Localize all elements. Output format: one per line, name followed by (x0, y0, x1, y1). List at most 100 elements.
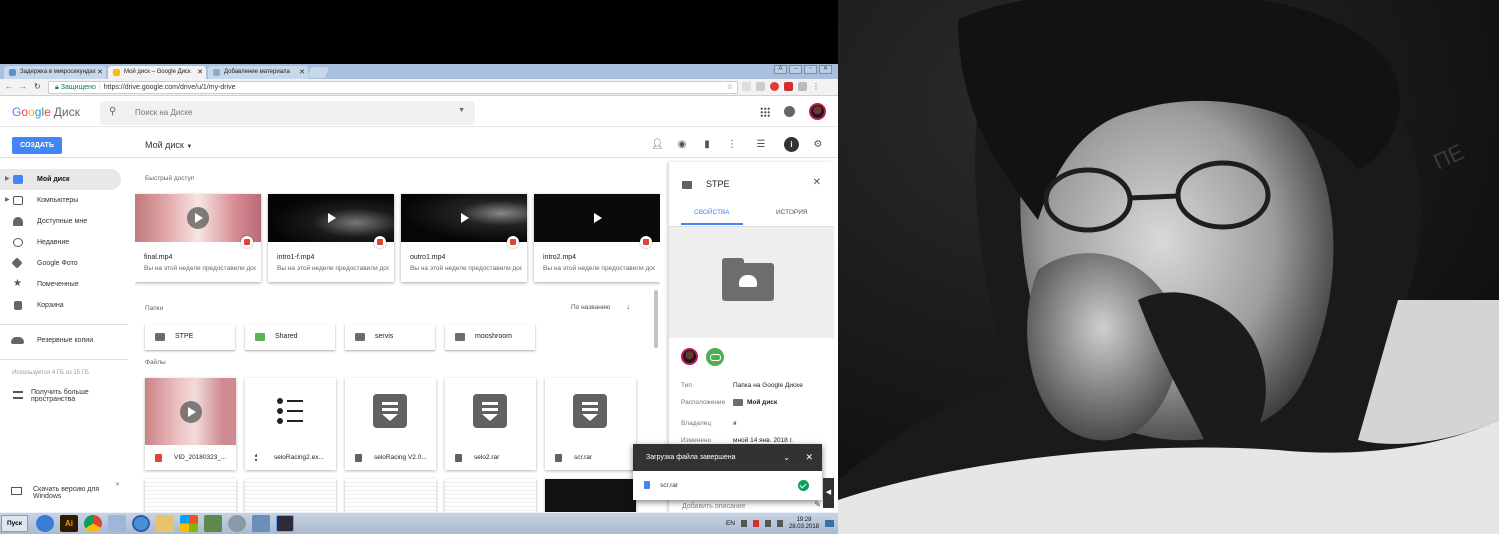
tab-properties[interactable]: СВОЙСТВА (694, 209, 729, 216)
bookmark-star-icon[interactable]: ☆ (727, 82, 733, 93)
menu-icon[interactable]: ⋮ (812, 82, 821, 91)
notifications-icon[interactable] (784, 106, 795, 117)
sidebar-item-shared[interactable]: Доступные мне (0, 211, 128, 232)
tray-icon[interactable] (740, 520, 747, 527)
omnibox[interactable]: 🔒︎ Защищено | https://drive.google.com/driv… (48, 81, 738, 94)
browser-tab-1[interactable]: Задержка в микросекундах ✕ (4, 66, 106, 79)
link-sharing-icon[interactable] (706, 348, 724, 366)
folder-icon[interactable] (156, 515, 174, 532)
close-icon[interactable]: ✕ (805, 444, 813, 471)
extension-icon[interactable] (742, 82, 751, 91)
app-icon[interactable] (108, 515, 126, 532)
sidebar-item-trash[interactable]: Корзина (0, 295, 128, 316)
start-button[interactable]: Пуск (1, 515, 28, 532)
scrollbar[interactable] (654, 290, 658, 348)
close-window-button[interactable]: ✕ (819, 65, 832, 74)
sidebar-item-computers[interactable]: ▶ Компьютеры (0, 190, 128, 211)
location-dropdown[interactable]: Мой диск ▼ (145, 140, 192, 150)
create-button[interactable]: СОЗДАТЬ (12, 137, 62, 154)
info-icon[interactable]: i (784, 137, 799, 152)
browser-tab-2[interactable]: Мой диск – Google Диск ✕ (108, 66, 206, 79)
game-icon[interactable] (204, 515, 222, 532)
tab-history[interactable]: ИСТОРИЯ (776, 209, 808, 216)
folder-item[interactable]: Shared (245, 324, 335, 350)
file-item[interactable]: seloRacing V2.0... (345, 378, 436, 470)
search-options-icon[interactable]: ▼ (458, 107, 465, 114)
gear-icon[interactable]: ⚙ (812, 139, 824, 150)
download-app-link[interactable]: Скачать версию для Windows ✕ (0, 482, 124, 500)
user-icon[interactable]: A (774, 65, 787, 74)
tab-favicon (9, 69, 16, 76)
opera-icon[interactable] (770, 82, 779, 91)
back-icon[interactable]: ← (5, 82, 13, 91)
close-icon[interactable]: ✕ (299, 66, 305, 79)
upload-item[interactable]: scr.rar (633, 471, 822, 500)
search-input[interactable]: ⚲ Поиск на Диске ▼ (100, 101, 475, 125)
sidebar-item-starred[interactable]: ★ Помеченные (0, 274, 128, 295)
illustrator-icon[interactable]: Ai (60, 515, 78, 532)
file-item[interactable]: scr.rar (545, 378, 636, 470)
sidebar-item-backups[interactable]: Резервные копии (0, 330, 128, 351)
maximize-button[interactable]: ▫ (804, 65, 817, 74)
volume-icon[interactable] (776, 520, 783, 527)
detail-value[interactable]: Мой диск (733, 399, 777, 406)
more-icon[interactable]: ⋮ (726, 139, 738, 150)
file-item[interactable]: selo2.rar (445, 378, 536, 470)
sort-by-name[interactable]: По названию (571, 304, 610, 311)
close-icon[interactable]: ✕ (115, 482, 120, 489)
avatar[interactable] (681, 348, 698, 365)
sidebar-item-photos[interactable]: Google Фото (0, 253, 128, 274)
close-icon[interactable]: ✕ (97, 66, 103, 79)
settings-app-icon[interactable] (228, 515, 246, 532)
tray-icon[interactable] (752, 520, 759, 527)
chevron-left-icon[interactable]: ◀ (823, 478, 834, 508)
folder-item[interactable]: STPE (145, 324, 235, 350)
share-person-icon[interactable]: 👤︎ (651, 139, 664, 150)
extension-icon[interactable] (798, 82, 807, 91)
video-file-icon (241, 236, 253, 248)
chevron-down-icon[interactable]: ⌄ (783, 444, 790, 471)
apps-grid-icon[interactable] (760, 106, 770, 117)
reload-icon[interactable]: ↻ (34, 82, 41, 91)
sort-direction-icon[interactable]: ↓ (626, 302, 630, 311)
app-icon[interactable] (252, 515, 270, 532)
chrome-canary-icon[interactable] (132, 515, 150, 532)
close-icon[interactable]: ✕ (813, 177, 821, 188)
folder-item[interactable]: mooshroom (445, 324, 535, 350)
quick-access-card[interactable]: outro1.mp4 Вы на этой неделе предоставил… (401, 194, 527, 282)
pencil-icon[interactable]: ✎ (814, 500, 821, 509)
forward-icon[interactable]: → (19, 82, 27, 91)
file-item[interactable]: seloRacing2.ex... (245, 378, 336, 470)
network-icon[interactable] (764, 520, 771, 527)
quick-access-card[interactable]: intro2.mp4 Вы на этой неделе предоставил… (534, 194, 660, 282)
chrome-icon[interactable] (84, 515, 102, 532)
trash-icon[interactable]: ▮ (701, 139, 713, 150)
file-item[interactable]: VID_20180323_... (145, 378, 236, 470)
uploaded-file-name: scr.rar (660, 482, 679, 489)
sidebar-item-recent[interactable]: Недавние (0, 232, 128, 253)
quick-access-card[interactable]: intro1-f.mp4 Вы на этой неделе предостав… (268, 194, 394, 282)
clock[interactable]: 19:28 28.03.2018 (789, 517, 819, 531)
get-more-storage-link[interactable]: Получить больше пространства (0, 389, 128, 403)
sidebar-item-my-drive[interactable]: ▶ Мой диск (0, 169, 121, 190)
media-player-icon[interactable] (36, 515, 54, 532)
windows-app-icon[interactable] (180, 515, 198, 532)
quick-access-card[interactable]: final.mp4 Вы на этой неделе предоставили… (135, 194, 261, 282)
language-indicator[interactable]: EN (726, 520, 735, 527)
avatar[interactable] (809, 103, 826, 120)
show-desktop-icon[interactable] (825, 520, 834, 527)
list-view-icon[interactable]: ☰ (751, 139, 771, 150)
new-tab-button[interactable] (306, 67, 330, 78)
unity-icon[interactable] (276, 515, 294, 532)
folder-item[interactable]: servis (345, 324, 435, 350)
description-input[interactable]: Добавить описание (682, 503, 746, 510)
close-icon[interactable]: ✕ (197, 66, 203, 79)
upload-toast: Загрузка файла завершена ⌄ ✕ scr.rar (633, 444, 822, 500)
google-drive-logo[interactable]: Google Диск (12, 105, 80, 119)
browser-tab-3[interactable]: Добавление материала ✕ (208, 66, 308, 79)
minimize-button[interactable]: – (789, 65, 802, 74)
taskbar: Пуск Ai EN 19:28 28.03.2018 (0, 512, 838, 534)
extension-icon[interactable] (784, 82, 793, 91)
extension-icon[interactable] (756, 82, 765, 91)
preview-eye-icon[interactable]: ◉ (676, 139, 688, 150)
